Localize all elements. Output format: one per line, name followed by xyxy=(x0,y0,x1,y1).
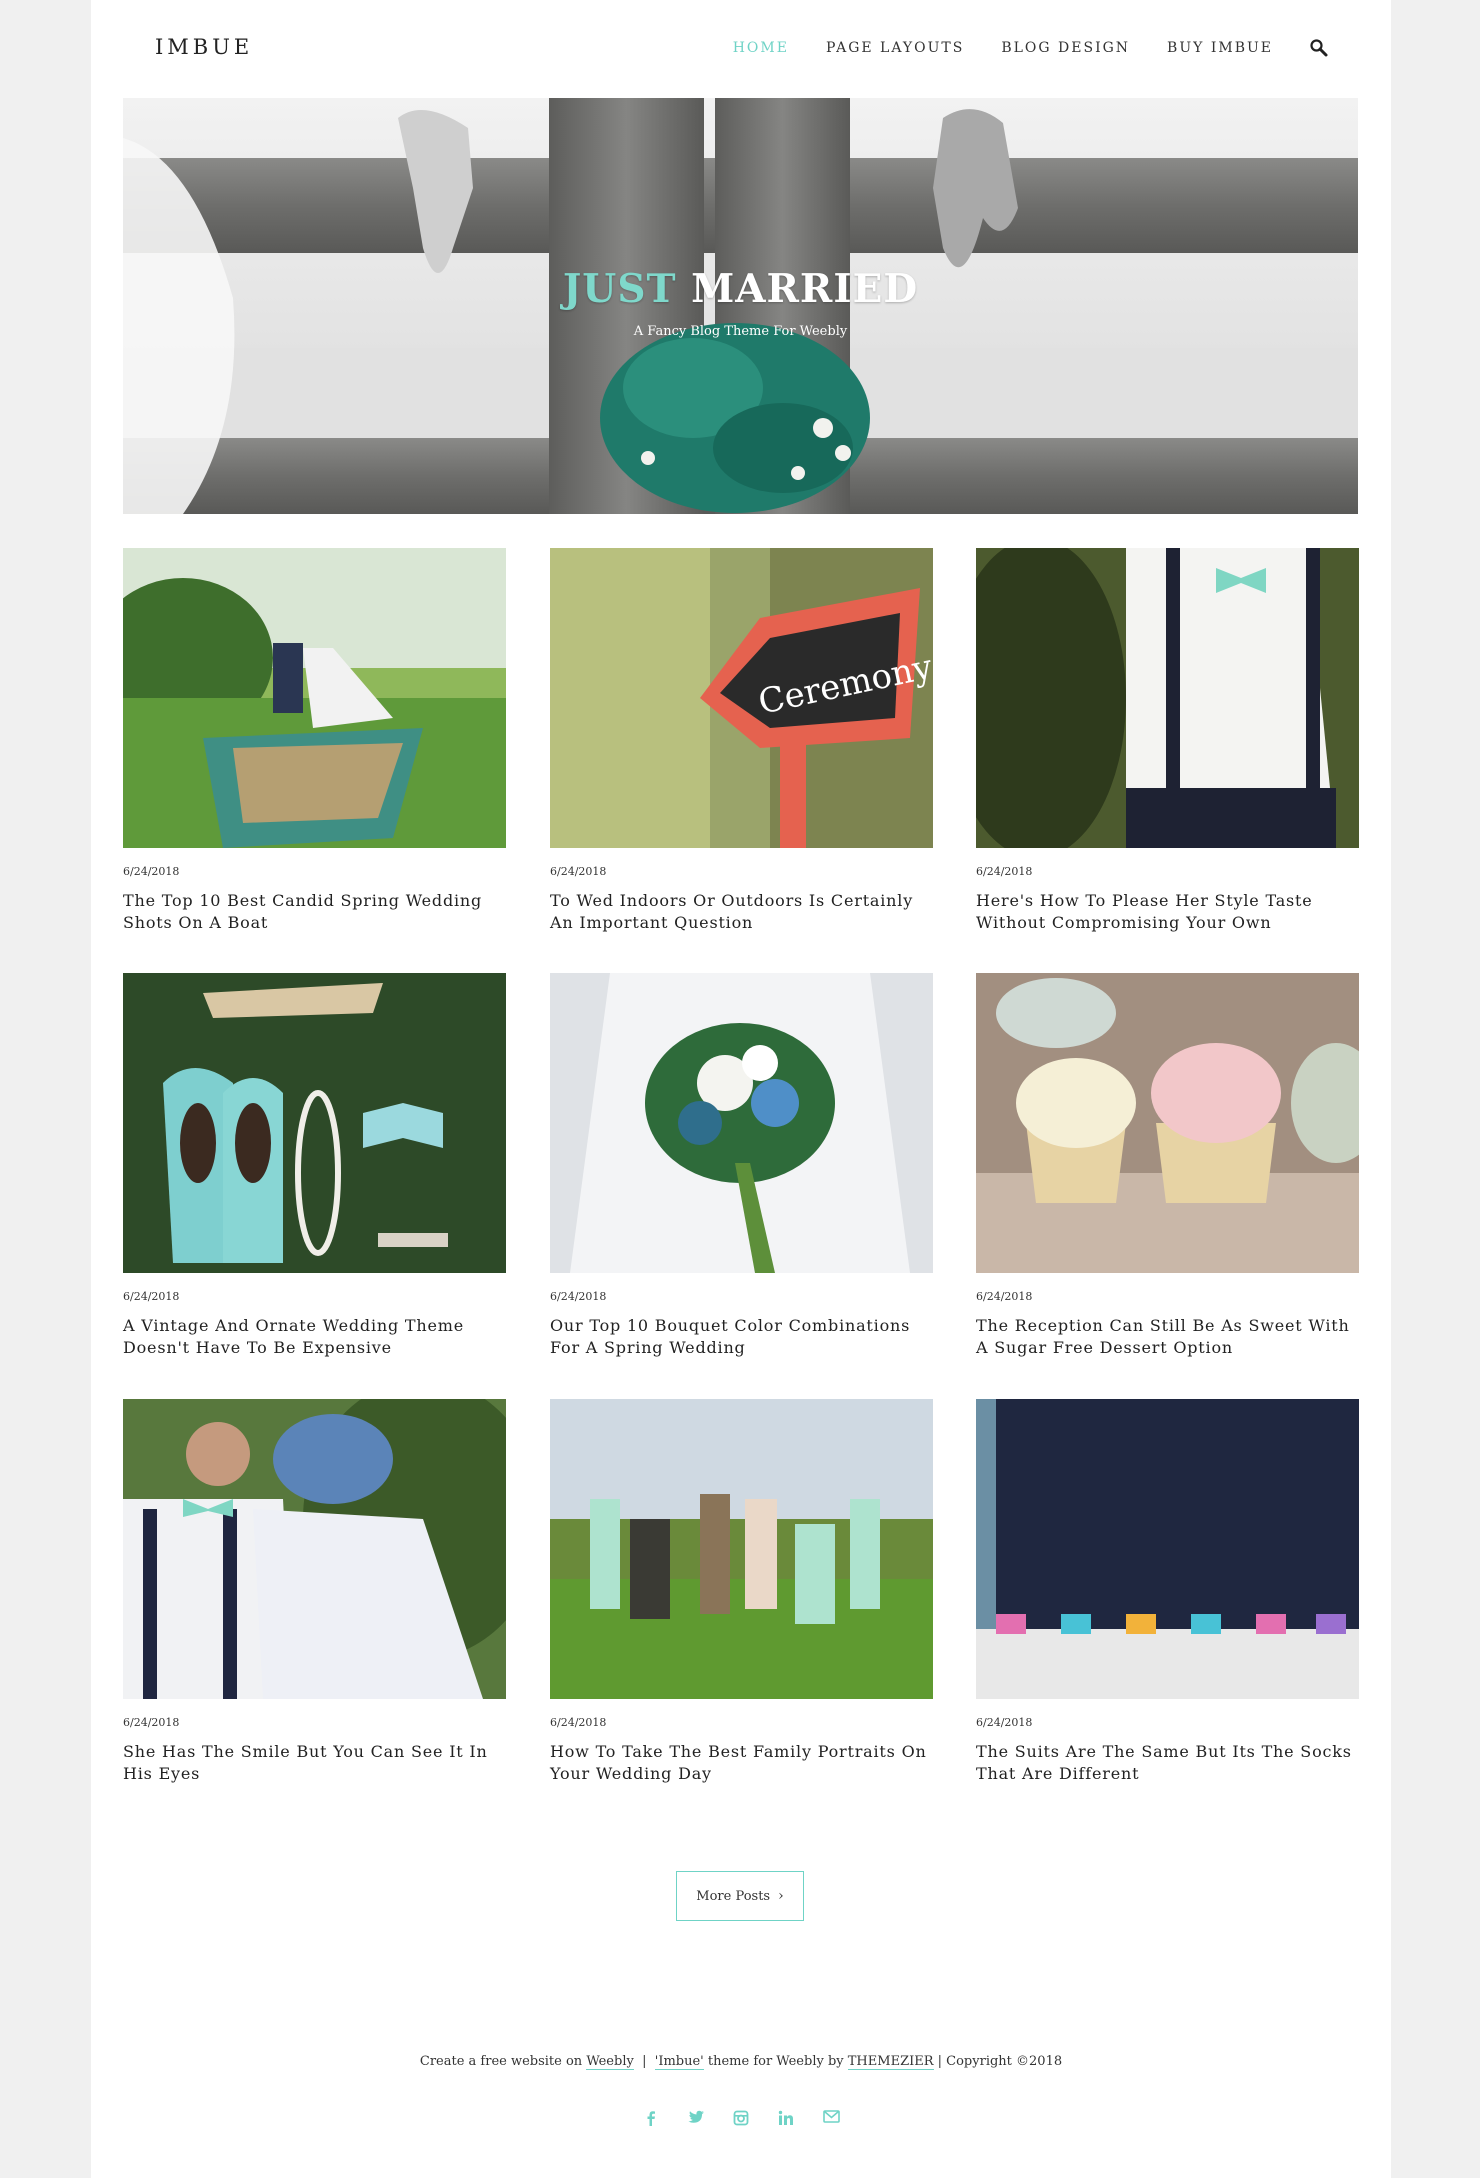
post-date: 6/24/2018 xyxy=(550,1290,607,1303)
footer-weebly-link[interactable]: Weebly xyxy=(586,2054,634,2070)
post-date: 6/24/2018 xyxy=(550,865,607,878)
site-logo[interactable]: IMBUE xyxy=(155,35,253,59)
footer-credits: Create a free website on Weebly | 'Imbue… xyxy=(91,2054,1391,2070)
footer-copyright: | Copyright ©2018 xyxy=(933,2054,1063,2069)
post-title[interactable]: She Has The Smile But You Can See It In … xyxy=(123,1741,506,1785)
hero-title: JUST MARRIED xyxy=(123,266,1358,312)
footer-themezier-link[interactable]: THEMEZIER xyxy=(847,2054,934,2070)
twitter-icon[interactable] xyxy=(674,2110,719,2126)
post-title[interactable]: The Reception Can Still Be As Sweet With… xyxy=(976,1315,1359,1359)
nav-blog-design[interactable]: BLOG DESIGN xyxy=(1001,40,1130,56)
post-title[interactable]: Here's How To Please Her Style Taste Wit… xyxy=(976,890,1359,934)
post-title[interactable]: A Vintage And Ornate Wedding Theme Doesn… xyxy=(123,1315,506,1359)
hero-banner: JUST MARRIED A Fancy Blog Theme For Weeb… xyxy=(123,98,1358,514)
page: IMBUE HOME PAGE LAYOUTS BLOG DESIGN BUY … xyxy=(91,0,1391,2178)
instagram-icon[interactable] xyxy=(719,2110,764,2126)
nav-page-layouts[interactable]: PAGE LAYOUTS xyxy=(826,40,964,56)
mail-icon[interactable] xyxy=(809,2110,854,2126)
hero-subtitle: A Fancy Blog Theme For Weebly xyxy=(633,324,848,339)
linkedin-icon[interactable] xyxy=(764,2110,809,2126)
post-date: 6/24/2018 xyxy=(123,1716,180,1729)
post-card[interactable]: 6/24/2018 The Suits Are The Same But Its… xyxy=(976,1399,1359,1785)
post-thumbnail[interactable]: Ceremony xyxy=(550,548,933,848)
post-thumbnail[interactable] xyxy=(123,973,506,1273)
hero-title-rest: MARRIED xyxy=(691,266,919,312)
nav-home[interactable]: HOME xyxy=(733,40,789,56)
post-card[interactable]: Ceremony 6/24/2018 To Wed Indoors Or Out… xyxy=(550,548,933,934)
social-links xyxy=(91,2110,1391,2126)
post-card[interactable]: 6/24/2018 A Vintage And Ornate Wedding T… xyxy=(123,973,506,1359)
post-date: 6/24/2018 xyxy=(976,1290,1033,1303)
post-title[interactable]: The Suits Are The Same But Its The Socks… xyxy=(976,1741,1359,1785)
footer-mid: theme for Weebly by xyxy=(703,2054,848,2069)
post-title[interactable]: The Top 10 Best Candid Spring Wedding Sh… xyxy=(123,890,506,934)
post-date: 6/24/2018 xyxy=(550,1716,607,1729)
post-thumbnail[interactable] xyxy=(976,548,1359,848)
post-date: 6/24/2018 xyxy=(976,1716,1033,1729)
post-thumbnail[interactable] xyxy=(976,1399,1359,1699)
post-thumbnail[interactable] xyxy=(550,1399,933,1699)
post-date: 6/24/2018 xyxy=(976,865,1033,878)
post-card[interactable]: 6/24/2018 She Has The Smile But You Can … xyxy=(123,1399,506,1785)
more-posts-button[interactable]: More Posts › xyxy=(676,1871,804,1921)
post-title[interactable]: How To Take The Best Family Portraits On… xyxy=(550,1741,933,1785)
post-card[interactable]: 6/24/2018 How To Take The Best Family Po… xyxy=(550,1399,933,1785)
post-title[interactable]: To Wed Indoors Or Outdoors Is Certainly … xyxy=(550,890,933,934)
post-thumbnail[interactable] xyxy=(123,1399,506,1699)
post-card[interactable]: 6/24/2018 Here's How To Please Her Style… xyxy=(976,548,1359,934)
post-title[interactable]: Our Top 10 Bouquet Color Combinations Fo… xyxy=(550,1315,933,1359)
footer-theme-link[interactable]: 'Imbue' xyxy=(654,2054,704,2070)
search-icon[interactable] xyxy=(1309,38,1329,58)
chevron-right-icon: › xyxy=(778,1888,784,1904)
facebook-icon[interactable] xyxy=(629,2110,674,2126)
post-date: 6/24/2018 xyxy=(123,865,180,878)
post-thumbnail[interactable] xyxy=(976,973,1359,1273)
post-card[interactable]: 6/24/2018 The Reception Can Still Be As … xyxy=(976,973,1359,1359)
post-date: 6/24/2018 xyxy=(123,1290,180,1303)
hero-title-accent: JUST xyxy=(562,266,677,312)
site-header: IMBUE HOME PAGE LAYOUTS BLOG DESIGN BUY … xyxy=(91,0,1391,98)
footer-prefix: Create a free website on xyxy=(419,2054,587,2069)
post-card[interactable]: 6/24/2018 Our Top 10 Bouquet Color Combi… xyxy=(550,973,933,1359)
main-nav: HOME PAGE LAYOUTS BLOG DESIGN BUY IMBUE xyxy=(696,38,1329,58)
post-thumbnail[interactable] xyxy=(123,548,506,848)
nav-buy-imbue[interactable]: BUY IMBUE xyxy=(1167,40,1273,56)
footer-separator: | xyxy=(633,2054,655,2069)
post-thumbnail[interactable] xyxy=(550,973,933,1273)
post-card[interactable]: 6/24/2018 The Top 10 Best Candid Spring … xyxy=(123,548,506,934)
more-posts-label: More Posts xyxy=(696,1888,771,1904)
